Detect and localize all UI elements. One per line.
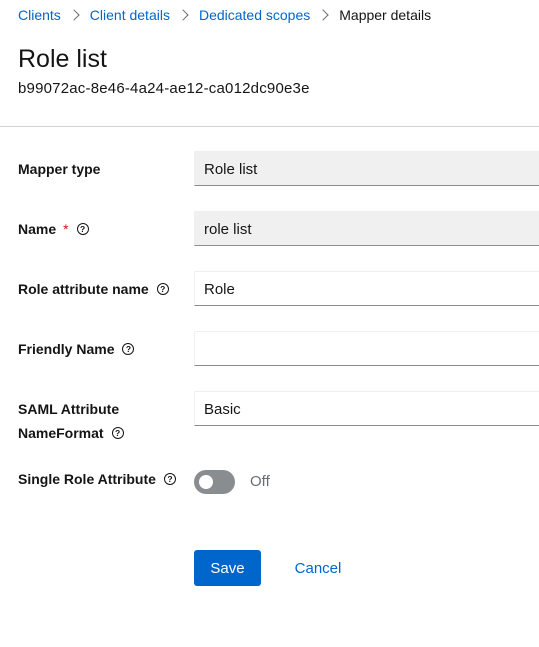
mapper-type-label-text: Mapper type xyxy=(18,161,101,177)
help-icon[interactable]: ? xyxy=(76,223,89,235)
friendly-name-input[interactable] xyxy=(194,331,539,366)
help-icon[interactable]: ? xyxy=(122,343,135,355)
breadcrumb-current: Mapper details xyxy=(339,7,432,23)
help-icon[interactable]: ? xyxy=(163,473,176,485)
required-indicator: * xyxy=(63,221,69,237)
chevron-right-icon xyxy=(68,9,80,21)
friendly-name-label-text: Friendly Name xyxy=(18,341,115,357)
single-role-attribute-label-text: Single Role Attribute xyxy=(18,471,156,487)
saml-nameformat-label-line2: NameFormat xyxy=(18,425,104,441)
single-role-attribute-toggle[interactable] xyxy=(194,470,235,494)
page-header: Clients Client details Dedicated scopes … xyxy=(0,0,539,127)
role-attribute-name-input[interactable]: Role xyxy=(194,271,539,306)
role-attribute-name-label-text: Role attribute name xyxy=(18,281,149,297)
breadcrumb-dedicated-scopes[interactable]: Dedicated scopes xyxy=(199,7,310,23)
name-label-text: Name xyxy=(18,221,57,237)
saml-nameformat-label-line2-wrap: NameFormat ? xyxy=(18,421,124,445)
page-subtitle: b99072ac-8e46-4a24-ae12-ca012dc90e3e xyxy=(18,80,310,97)
friendly-name-label: Friendly Name ? xyxy=(18,337,135,361)
toggle-state-label: Off xyxy=(250,473,270,490)
breadcrumb-client-details[interactable]: Client details xyxy=(90,7,170,23)
help-icon[interactable]: ? xyxy=(111,427,124,439)
role-attribute-name-label: Role attribute name ? xyxy=(18,277,169,301)
name-label: Name * ? xyxy=(18,217,89,241)
mapper-type-field: Role list xyxy=(194,151,539,186)
toggle-knob xyxy=(199,475,213,489)
chevron-right-icon xyxy=(317,9,329,21)
page-title: Role list xyxy=(18,45,107,73)
saml-nameformat-label: SAML Attribute NameFormat ? xyxy=(18,397,124,445)
breadcrumb-clients[interactable]: Clients xyxy=(18,7,61,23)
help-icon[interactable]: ? xyxy=(156,283,169,295)
saml-nameformat-label-line1: SAML Attribute xyxy=(18,401,120,417)
name-field: role list xyxy=(194,211,539,246)
saml-nameformat-select[interactable]: Basic xyxy=(194,391,539,426)
cancel-button[interactable]: Cancel xyxy=(279,550,357,586)
mapper-type-label: Mapper type xyxy=(18,157,100,181)
chevron-right-icon xyxy=(177,9,189,21)
breadcrumb: Clients Client details Dedicated scopes … xyxy=(18,6,431,24)
save-button[interactable]: Save xyxy=(194,550,261,586)
single-role-attribute-label: Single Role Attribute ? xyxy=(18,467,176,491)
mapper-form: Mapper type Role list Name * ? role list… xyxy=(0,127,539,647)
